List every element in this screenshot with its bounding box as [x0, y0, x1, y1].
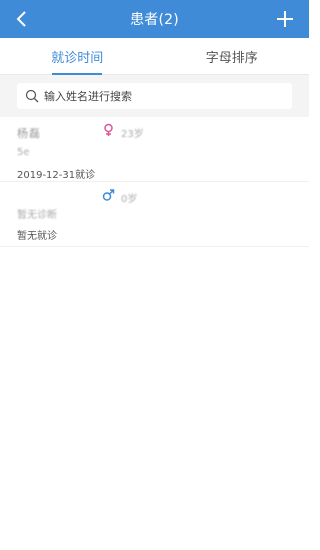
patient-diagnosis: 5e	[17, 147, 30, 158]
back-arrow-icon[interactable]	[12, 9, 32, 29]
tab-alphabetical[interactable]: 字母排序	[155, 38, 310, 74]
search-placeholder: 输入姓名进行搜索	[44, 90, 132, 103]
tab-visit-time[interactable]: 就诊时间	[0, 38, 155, 74]
patient-list: 杨磊 23岁 5e 2019-12-31就诊 0岁 暂无诊断 暂无就诊	[0, 117, 309, 247]
patient-name: 杨磊	[17, 127, 41, 140]
search-input[interactable]: 输入姓名进行搜索	[17, 83, 292, 109]
patient-age: 0岁	[121, 194, 138, 205]
patient-last-visit: 暂无就诊	[17, 231, 57, 242]
male-icon	[102, 189, 115, 201]
patient-last-visit: 2019-12-31就诊	[17, 170, 96, 181]
sort-tabs: 就诊时间 字母排序	[0, 38, 309, 75]
patient-list-item[interactable]: 杨磊 23岁 5e 2019-12-31就诊	[0, 117, 309, 182]
female-icon	[104, 123, 113, 136]
patient-diagnosis: 暂无诊断	[17, 210, 57, 221]
add-patient-icon[interactable]	[275, 9, 295, 29]
search-bar-container: 输入姓名进行搜索	[0, 75, 309, 117]
app-header: 患者(2)	[0, 0, 309, 38]
search-icon	[25, 89, 39, 103]
patient-age: 23岁	[121, 129, 144, 140]
patient-list-item[interactable]: 0岁 暂无诊断 暂无就诊	[0, 182, 309, 247]
page-title: 患者(2)	[130, 12, 179, 28]
